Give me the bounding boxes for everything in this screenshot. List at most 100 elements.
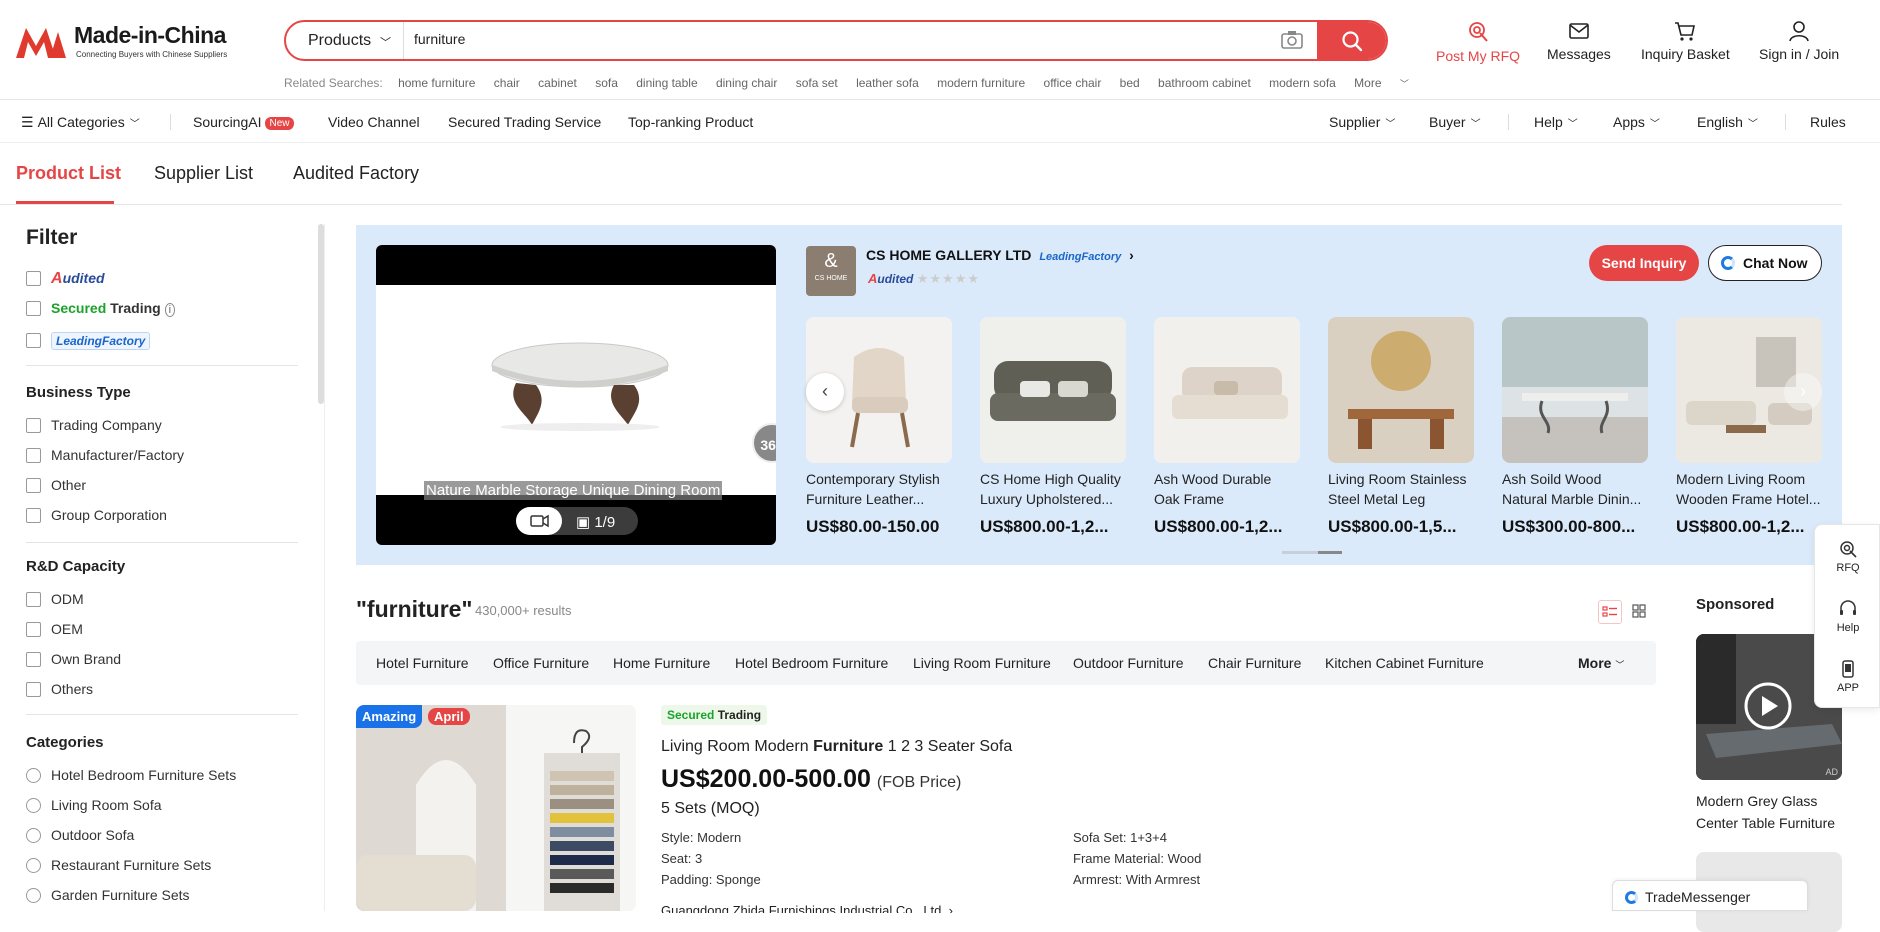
rfq-shortcut[interactable]: RFQ [1815,539,1880,574]
camera-icon[interactable] [1280,29,1304,51]
trade-messenger-button[interactable]: TradeMessenger [1612,880,1808,911]
category-chip[interactable]: Hotel Bedroom Furniture [735,655,888,671]
radio[interactable] [26,888,41,903]
rules-link[interactable]: Rules [1810,114,1846,130]
help-menu[interactable]: Help ﹀ [1534,114,1578,130]
related-search-link[interactable]: sofa [595,76,618,90]
related-search-link[interactable]: dining chair [716,76,777,90]
checkbox[interactable] [26,418,41,433]
messages-button[interactable]: Messages [1547,20,1611,62]
category-option[interactable]: Hotel Bedroom Furniture Sets [26,767,236,783]
related-search-link[interactable]: home furniture [398,76,475,90]
category-chip[interactable]: Chair Furniture [1208,655,1301,671]
related-search-link[interactable]: modern furniture [937,76,1025,90]
related-more-link[interactable]: More ﹀ [1354,76,1424,90]
checkbox[interactable] [26,682,41,697]
category-option[interactable]: Garden Furniture Sets [26,887,190,903]
site-logo[interactable]: Made-in-China Connecting Buyers with Chi… [14,20,244,64]
all-categories-menu[interactable]: ☰ All Categories ﹀ [21,114,140,131]
image-count[interactable]: ▣ 1/9 [576,513,615,531]
chat-now-button[interactable]: Chat Now [1708,245,1822,281]
send-inquiry-button[interactable]: Send Inquiry [1589,245,1699,281]
carousel-prev-button[interactable]: ‹ [806,373,844,411]
category-option[interactable]: Restaurant Furniture Sets [26,857,211,873]
grid-view-button[interactable] [1628,600,1652,624]
supplier-link[interactable]: Guangdong Zhida Furnishings Industrial C… [661,903,953,913]
filter-option[interactable]: Own Brand [26,651,121,667]
related-search-link[interactable]: cabinet [538,76,577,90]
category-chip[interactable]: Outdoor Furniture [1073,655,1184,671]
tab-audited-factory[interactable]: Audited Factory [293,163,419,184]
language-menu[interactable]: English ﹀ [1697,114,1758,130]
checkbox[interactable] [26,508,41,523]
app-shortcut[interactable]: APP [1815,659,1880,694]
carousel-product-card[interactable]: CS Home High Quality Luxury Upholstered.… [980,317,1126,537]
related-search-link[interactable]: chair [494,76,520,90]
checkbox[interactable] [26,652,41,667]
search-button[interactable] [1317,22,1386,59]
category-option[interactable]: Living Room Sofa [26,797,162,813]
checkbox[interactable] [26,592,41,607]
search-input[interactable] [414,31,1014,47]
related-search-link[interactable]: modern sofa [1269,76,1336,90]
more-categories-button[interactable]: More ﹀ [1578,655,1624,671]
checkbox[interactable] [26,622,41,637]
checkbox[interactable] [26,301,41,316]
tab-product-list[interactable]: Product List [16,163,121,184]
filter-option[interactable]: OEM [26,621,83,637]
video-mode-button[interactable] [516,507,562,535]
related-search-link[interactable]: sofa set [796,76,838,90]
carousel-product-card[interactable]: Ash Soild Wood Natural Marble Dinin... U… [1502,317,1648,537]
filter-option[interactable]: Trading Company [26,417,162,433]
video-channel-link[interactable]: Video Channel [328,114,420,130]
category-chip[interactable]: Home Furniture [613,655,710,671]
carousel-product-card[interactable]: Modern Living Room Wooden Frame Hotel...… [1676,317,1822,537]
checkbox[interactable] [26,448,41,463]
filter-option[interactable]: Others [26,681,93,697]
category-chip[interactable]: Living Room Furniture [913,655,1051,671]
list-view-button[interactable] [1598,600,1622,624]
category-chip[interactable]: Office Furniture [493,655,589,671]
post-rfq-button[interactable]: Post My RFQ [1436,20,1520,64]
radio[interactable] [26,828,41,843]
related-search-link[interactable]: leather sofa [856,76,919,90]
buyer-menu[interactable]: Buyer ﹀ [1429,114,1481,130]
filter-option[interactable]: Manufacturer/Factory [26,447,184,463]
sign-in-button[interactable]: Sign in / Join [1759,20,1839,62]
carousel-next-button[interactable]: › [1784,373,1822,411]
apps-menu[interactable]: Apps ﹀ [1613,114,1660,130]
filter-audited[interactable]: Audited [26,270,105,288]
filter-secured-trading[interactable]: Secured Trading i [26,300,176,317]
category-option[interactable]: Outdoor Sofa [26,827,134,843]
carousel-product-card[interactable]: Contemporary Stylish Furniture Leather..… [806,317,952,537]
sourcing-ai-link[interactable]: SourcingAI New [193,114,294,130]
search-category-select[interactable]: Products ﹀ [286,22,404,59]
info-icon[interactable]: i [164,303,176,317]
related-search-link[interactable]: bed [1120,76,1140,90]
help-shortcut[interactable]: Help [1815,599,1880,634]
filter-scrollbar[interactable] [318,224,324,404]
filter-leading-factory[interactable]: LeadingFactory [26,332,151,350]
radio[interactable] [26,768,41,783]
filter-option[interactable]: Group Corporation [26,507,167,523]
tab-supplier-list[interactable]: Supplier List [154,163,253,184]
related-search-link[interactable]: bathroom cabinet [1158,76,1251,90]
top-ranking-link[interactable]: Top-ranking Product [628,114,753,130]
filter-option[interactable]: Other [26,477,86,493]
carousel-product-card[interactable]: Ash Wood Durable Oak Frame Upholstered..… [1154,317,1300,537]
checkbox[interactable] [26,478,41,493]
company-logo[interactable]: & CS HOME [806,246,856,296]
checkbox[interactable] [26,333,41,348]
related-search-link[interactable]: dining table [636,76,697,90]
sponsored-product-name[interactable]: Modern Grey Glass Center Table Furniture [1696,790,1842,834]
product-title-link[interactable]: Living Room Modern Furniture 1 2 3 Seate… [661,738,1012,756]
company-name-link[interactable]: CS HOME GALLERY LTD LeadingFactory › [866,247,1134,264]
video-player[interactable]: Nature Marble Storage Unique Dining Room… [376,245,776,545]
related-search-link[interactable]: office chair [1044,76,1102,90]
supplier-menu[interactable]: Supplier ﹀ [1329,114,1395,130]
carousel-product-card[interactable]: Living Room Stainless Steel Metal Leg Ta… [1328,317,1474,537]
product-image[interactable]: Amazing April [356,705,636,911]
category-chip[interactable]: Kitchen Cabinet Furniture [1325,655,1484,671]
checkbox[interactable] [26,271,41,286]
radio[interactable] [26,798,41,813]
